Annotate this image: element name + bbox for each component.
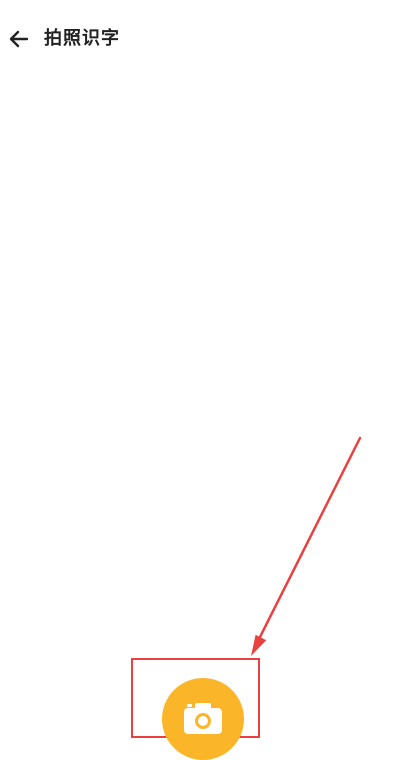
top-bar: 拍照识字 [0, 0, 407, 78]
annotation-arrow [251, 436, 362, 656]
camera-icon [184, 703, 222, 734]
page-title: 拍照识字 [44, 28, 120, 49]
camera-capture-button[interactable] [162, 678, 244, 760]
back-button[interactable] [6, 26, 32, 52]
arrow-left-icon [9, 30, 29, 48]
